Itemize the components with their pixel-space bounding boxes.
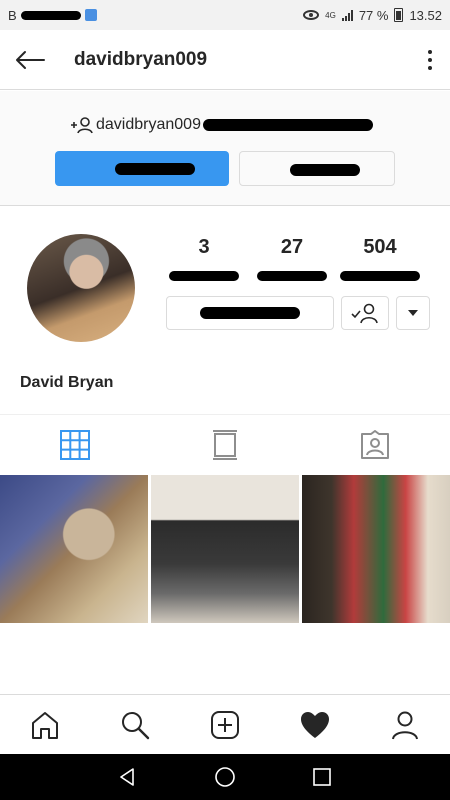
system-nav-bar — [0, 754, 450, 800]
nav-profile[interactable] — [360, 695, 450, 754]
search-icon — [122, 711, 150, 739]
carrier-label: B — [8, 7, 17, 23]
notification-icon — [84, 9, 97, 21]
nav-activity[interactable] — [270, 695, 360, 754]
posts-stat[interactable]: 3 — [160, 236, 248, 286]
follow-request-banner: davidbryan009 — [0, 91, 450, 206]
nav-search[interactable] — [90, 695, 180, 754]
nav-new-post[interactable] — [180, 695, 270, 754]
profile-tabs — [0, 414, 450, 474]
tab-grid[interactable] — [0, 415, 150, 474]
add-user-icon — [71, 117, 93, 134]
avatar[interactable] — [27, 234, 135, 342]
followers-stat[interactable]: 27 — [248, 236, 336, 286]
feed-icon — [213, 429, 237, 460]
grid-photo[interactable] — [0, 475, 148, 623]
grid-photo[interactable] — [151, 475, 299, 623]
suggestions-dropdown-button[interactable] — [396, 296, 430, 330]
battery-percent: 77 % — [358, 7, 389, 23]
nav-home[interactable] — [0, 695, 90, 754]
grid-icon — [60, 429, 90, 460]
profile-stats: 3 27 504 — [160, 236, 450, 286]
profile-icon — [392, 711, 418, 739]
back-button[interactable] — [0, 30, 60, 90]
tagged-icon — [361, 429, 389, 459]
confirm-button[interactable] — [55, 151, 229, 186]
redaction — [169, 271, 239, 281]
more-options-icon — [428, 49, 432, 54]
tab-feed[interactable] — [150, 415, 300, 474]
follow-request-text: davidbryan009 — [70, 116, 373, 134]
home-circle-icon[interactable] — [214, 766, 236, 788]
heart-icon — [301, 711, 329, 738]
new-post-icon — [211, 710, 239, 739]
redaction — [20, 10, 81, 20]
following-stat[interactable]: 504 — [336, 236, 424, 286]
redaction — [290, 164, 360, 176]
battery-icon — [394, 8, 404, 22]
top-bar: davidbryan009 — [0, 30, 450, 90]
redaction — [340, 271, 420, 281]
message-button[interactable] — [166, 296, 334, 330]
redaction — [257, 271, 327, 281]
network-type: 4G — [325, 10, 336, 20]
clock: 13.52 — [409, 7, 442, 23]
grid-photo[interactable] — [302, 475, 450, 623]
redaction — [200, 307, 300, 319]
following-count: 504 — [363, 236, 397, 258]
followers-count: 27 — [280, 236, 304, 258]
eye-comfort-icon — [303, 10, 320, 20]
posts-count: 3 — [198, 236, 210, 258]
bottom-nav — [0, 694, 450, 754]
profile-username: davidbryan009 — [74, 48, 208, 70]
chevron-down-icon — [408, 310, 418, 316]
following-check-icon — [351, 303, 378, 324]
back-arrow-icon — [16, 50, 45, 69]
options-button[interactable] — [410, 30, 450, 90]
redaction — [115, 163, 195, 175]
delete-button[interactable] — [239, 151, 395, 186]
back-triangle-icon[interactable] — [118, 767, 138, 787]
request-username: davidbryan009 — [96, 116, 201, 133]
tab-tagged[interactable] — [300, 415, 450, 474]
status-bar: B 4G 77 % 13.52 — [0, 0, 450, 30]
home-icon — [32, 711, 58, 739]
signal-icon — [341, 9, 353, 21]
redaction — [202, 119, 373, 131]
full-name: David Bryan — [20, 374, 114, 391]
photo-grid — [0, 475, 450, 623]
recents-square-icon[interactable] — [312, 767, 332, 787]
following-button[interactable] — [341, 296, 389, 330]
